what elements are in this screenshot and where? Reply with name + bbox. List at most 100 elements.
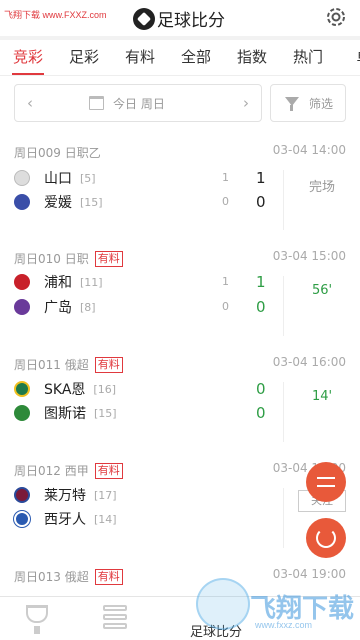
trophy-icon[interactable] xyxy=(26,605,48,634)
team-logo-icon xyxy=(14,274,30,290)
tab-hot[interactable]: 热门 xyxy=(280,40,336,75)
youliao-tag: 有料 xyxy=(94,462,123,479)
youliao-tag: 有料 xyxy=(94,356,123,373)
away-score: 0 xyxy=(256,404,266,422)
half-score: 1 xyxy=(222,171,229,184)
filter-label: 筛选 xyxy=(309,97,334,111)
divider xyxy=(283,488,284,548)
match-card[interactable]: 周日010 日职 有料 03-04 15:00 浦和 [11] 1 1 广岛 [… xyxy=(0,240,360,346)
tab-youliao[interactable]: 有料 xyxy=(112,40,168,75)
team-name: 爱媛 xyxy=(44,195,72,211)
team-rank: [15] xyxy=(94,406,117,420)
team-rank: [5] xyxy=(80,171,96,185)
match-code: 周日009 xyxy=(14,146,61,160)
soccer-ball-icon xyxy=(133,7,155,30)
match-time: 03-04 15:00 xyxy=(272,249,346,263)
team-logo-icon xyxy=(14,381,30,397)
team-name: SKA恩 xyxy=(44,382,86,398)
match-header: 周日012 西甲 有料 xyxy=(14,462,123,479)
team-rank: [16] xyxy=(93,382,116,396)
league-name: 日职 xyxy=(64,252,89,266)
home-team: SKA恩 [16] xyxy=(14,378,116,400)
team-rank: [15] xyxy=(80,195,103,209)
half-score: 0 xyxy=(222,300,229,313)
team-name: 浦和 xyxy=(44,275,72,291)
match-status: 完场 xyxy=(308,180,335,195)
youliao-tag: 有料 xyxy=(94,250,123,267)
away-score: 0 xyxy=(256,193,266,211)
team-name: 西牙人 xyxy=(44,512,86,528)
next-date-button[interactable]: › xyxy=(243,94,249,112)
team-rank: [11] xyxy=(80,275,103,289)
team-logo-icon xyxy=(14,487,30,503)
team-name: 广岛 xyxy=(44,300,72,316)
match-code: 周日012 xyxy=(14,464,61,478)
match-card[interactable]: 周日011 俄超 有料 03-04 16:00 SKA恩 [16] 0 图斯诺 … xyxy=(0,346,360,452)
match-header: 周日009 日职乙 xyxy=(14,144,101,161)
prev-date-button[interactable]: ‹ xyxy=(27,94,33,112)
date-selector[interactable]: ‹ 今日 周日 › xyxy=(14,84,262,122)
team-logo-icon xyxy=(14,405,30,421)
tab-all[interactable]: 全部 xyxy=(168,40,224,75)
date-text: 今日 周日 xyxy=(113,97,165,111)
home-score: 1 xyxy=(256,273,266,291)
match-code: 周日011 xyxy=(14,358,61,372)
tab-jingcai[interactable]: 竞彩 xyxy=(0,40,56,75)
match-time: 03-04 16:00 xyxy=(272,355,346,369)
team-logo-icon xyxy=(14,299,30,315)
team-name: 图斯诺 xyxy=(44,406,86,422)
watermark-logo-icon xyxy=(196,578,250,630)
match-header: 周日011 俄超 有料 xyxy=(14,356,123,373)
app-title: 足球比分 xyxy=(157,11,225,31)
watermark-url: www.fxxz.com xyxy=(255,620,313,630)
away-score: 0 xyxy=(256,298,266,316)
filter-button[interactable]: 筛选 xyxy=(270,84,346,122)
half-score: 0 xyxy=(222,195,229,208)
tab-single[interactable]: 单 xyxy=(336,40,360,75)
league-name: 西甲 xyxy=(64,464,89,478)
away-team: 爱媛 [15] xyxy=(14,191,103,213)
match-time: 03-04 19:00 xyxy=(272,567,346,581)
youliao-tag: 有料 xyxy=(94,568,123,585)
home-score: 0 xyxy=(256,380,266,398)
home-score: 1 xyxy=(256,169,266,187)
team-logo-icon xyxy=(14,194,30,210)
team-rank: [8] xyxy=(80,300,96,314)
refresh-icon[interactable] xyxy=(306,518,346,558)
match-status: 14' xyxy=(311,389,333,404)
match-status: 56' xyxy=(311,283,333,298)
team-name: 莱万特 xyxy=(44,488,86,504)
team-logo-icon xyxy=(14,170,30,186)
league-name: 俄超 xyxy=(64,570,89,584)
team-rank: [14] xyxy=(94,512,117,526)
away-team: 西牙人 [14] xyxy=(14,508,117,530)
match-code: 周日013 xyxy=(14,570,61,584)
league-name: 俄超 xyxy=(64,358,89,372)
list-icon[interactable] xyxy=(103,605,127,629)
match-card[interactable]: 周日009 日职乙 03-04 14:00 山口 [5] 1 1 爱媛 [15]… xyxy=(0,134,360,240)
league-name: 日职乙 xyxy=(64,146,101,160)
match-code: 周日010 xyxy=(14,252,61,266)
watermark-text: 飞翔下载 www.FXXZ.com xyxy=(4,10,107,20)
match-time: 03-04 14:00 xyxy=(272,143,346,157)
away-team: 图斯诺 [15] xyxy=(14,402,117,424)
swap-icon[interactable] xyxy=(306,462,346,502)
app-header: 飞翔下载 www.FXXZ.com 足球比分 xyxy=(0,0,360,36)
half-score: 1 xyxy=(222,275,229,288)
funnel-icon xyxy=(285,97,299,111)
category-tabs: 竞彩 足彩 有料 全部 指数 热门 单 xyxy=(0,40,360,76)
match-header: 周日013 俄超 有料 xyxy=(14,568,123,585)
home-team: 山口 [5] xyxy=(14,167,96,189)
team-rank: [17] xyxy=(94,488,117,502)
match-header: 周日010 日职 有料 xyxy=(14,250,123,267)
team-name: 山口 xyxy=(44,171,72,187)
tab-zucai[interactable]: 足彩 xyxy=(56,40,112,75)
app-title-group: 足球比分 xyxy=(133,6,225,31)
home-team: 莱万特 [17] xyxy=(14,484,117,506)
away-team: 广岛 [8] xyxy=(14,296,96,318)
team-logo-icon xyxy=(14,511,30,527)
gear-icon[interactable] xyxy=(324,5,348,29)
tab-index[interactable]: 指数 xyxy=(224,40,280,75)
calendar-icon xyxy=(89,96,104,110)
home-team: 浦和 [11] xyxy=(14,271,103,293)
